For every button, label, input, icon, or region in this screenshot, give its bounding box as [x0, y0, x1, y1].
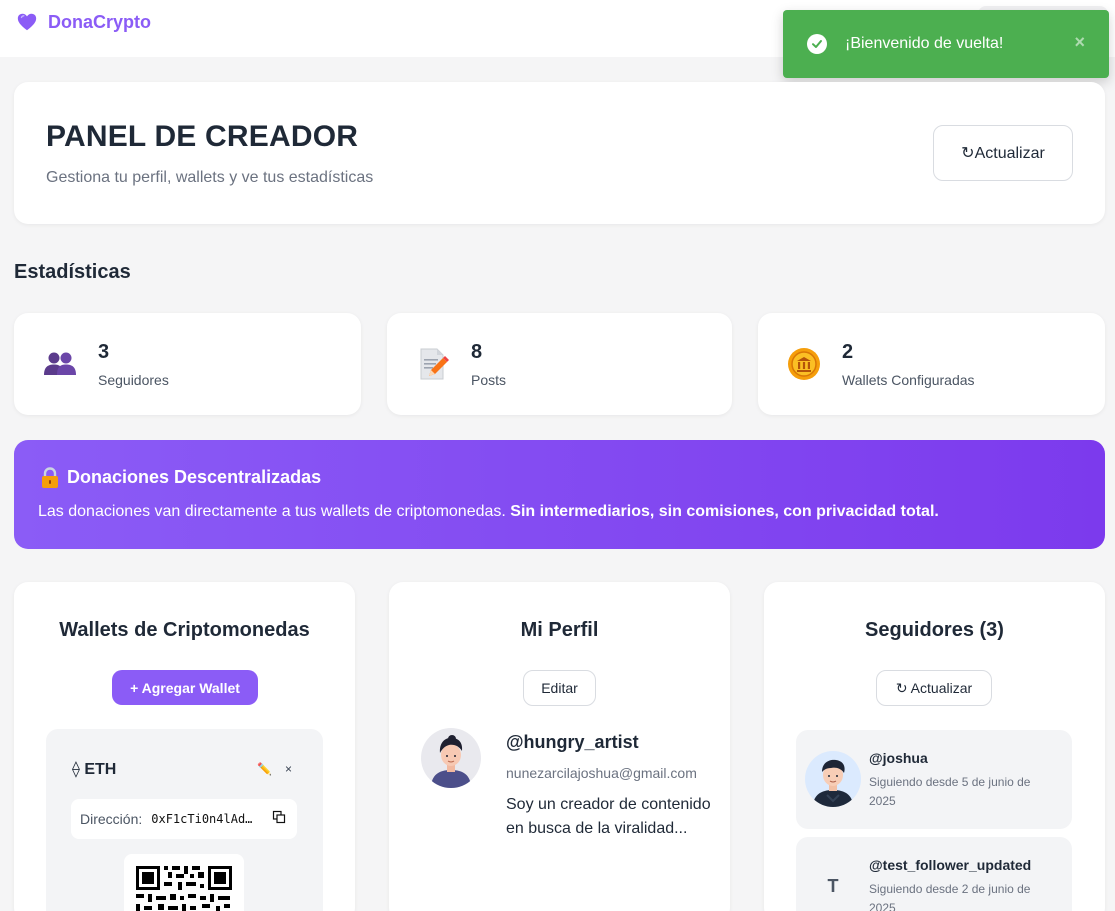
check-circle-icon [807, 34, 827, 54]
add-wallet-button[interactable]: + Agregar Wallet [112, 670, 258, 705]
stat-card-followers: 3 Seguidores [14, 313, 361, 415]
refresh-button[interactable]: ↻Actualizar [933, 125, 1073, 181]
follower-username: @test_follower_updated [869, 857, 1032, 873]
follower-since: Siguiendo desde 5 de junio de 2025 [869, 775, 1031, 808]
welcome-toast: ¡Bienvenido de vuelta! × [783, 10, 1109, 78]
stat-label: Wallets Configuradas [842, 372, 975, 388]
stat-label: Seguidores [98, 372, 169, 388]
follower-username: @joshua [869, 750, 928, 766]
edit-icon[interactable]: ✏️ [257, 762, 272, 776]
avatar [421, 728, 481, 788]
wallet-qr-code [124, 854, 244, 911]
heart-icon [17, 13, 37, 31]
delete-icon[interactable]: × [285, 762, 292, 776]
wallets-title: Wallets de Criptomonedas [59, 619, 310, 641]
stats-title: Estadísticas [14, 261, 131, 283]
follower-initial-avatar: T [805, 858, 861, 911]
copy-icon[interactable] [272, 810, 286, 824]
wallet-coin-label: ⟠ ETH [72, 761, 117, 778]
wallet-address-field: Dirección: 0xF1cTi0n4lAddr3ss [71, 799, 297, 839]
banner-title: Donaciones Descentralizadas [67, 467, 322, 487]
address-value[interactable]: 0xF1cTi0n4lAddr3ss [151, 812, 253, 826]
profile-title: Mi Perfil [520, 619, 599, 641]
followers-panel: Seguidores (3) ↻ Actualizar @joshua Sigu… [764, 582, 1105, 911]
stat-value: 3 [98, 341, 110, 363]
stat-label: Posts [471, 372, 507, 388]
follower-since: Siguiendo desde 2 de junio de 2025 [869, 882, 1031, 911]
edit-profile-button[interactable]: Editar [523, 670, 596, 706]
decentralized-banner: Donaciones Descentralizadas Las donacion… [14, 440, 1105, 549]
users-icon [44, 352, 76, 375]
wallets-panel: Wallets de Criptomonedas + Agregar Walle… [14, 582, 355, 911]
stat-card-wallets: 2 Wallets Configuradas [758, 313, 1105, 415]
toast-close-button[interactable]: × [1074, 32, 1085, 53]
profile-email: nunezarcilajoshua@gmail.com [506, 765, 697, 781]
profile-username: @hungry_artist [506, 732, 639, 752]
coin-icon [788, 348, 820, 380]
stat-value: 2 [842, 341, 854, 363]
profile-panel: Mi Perfil Editar @hungry_artist nunezarc… [389, 582, 730, 911]
dashboard-header: PANEL DE CREADOR Gestiona tu perfil, wal… [14, 82, 1105, 224]
lock-icon [42, 467, 58, 488]
profile-bio: Soy un creador de contenido en busca de … [506, 796, 711, 837]
brand-name: DonaCrypto [48, 11, 151, 32]
follower-item[interactable]: @joshua Siguiendo desde 5 de junio de 20… [796, 730, 1072, 829]
follower-item[interactable]: T @test_follower_updated Siguiendo desde… [796, 837, 1072, 911]
banner-text: Las donaciones van directamente a tus wa… [38, 503, 939, 521]
stat-value: 8 [471, 341, 483, 363]
address-label: Dirección: [80, 811, 143, 827]
page-subtitle: Gestiona tu perfil, wallets y ve tus est… [46, 169, 374, 186]
refresh-followers-button[interactable]: ↻ Actualizar [876, 670, 992, 706]
banner-text-bold: Sin intermediarios, sin comisiones, con … [510, 503, 939, 520]
toast-message: ¡Bienvenido de vuelta! [845, 35, 1004, 52]
followers-title: Seguidores (3) [865, 619, 1004, 641]
banner-text-regular: Las donaciones van directamente a tus wa… [38, 503, 511, 520]
memo-icon [420, 348, 449, 380]
avatar [805, 751, 861, 807]
page-title: PANEL DE CREADOR [46, 120, 359, 153]
brand[interactable]: DonaCrypto [16, 11, 151, 33]
wallet-item: ⟠ ETH ✏️ × Dirección: 0xF1cTi0n4lAddr3ss [46, 729, 323, 911]
stat-card-posts: 8 Posts [387, 313, 732, 415]
